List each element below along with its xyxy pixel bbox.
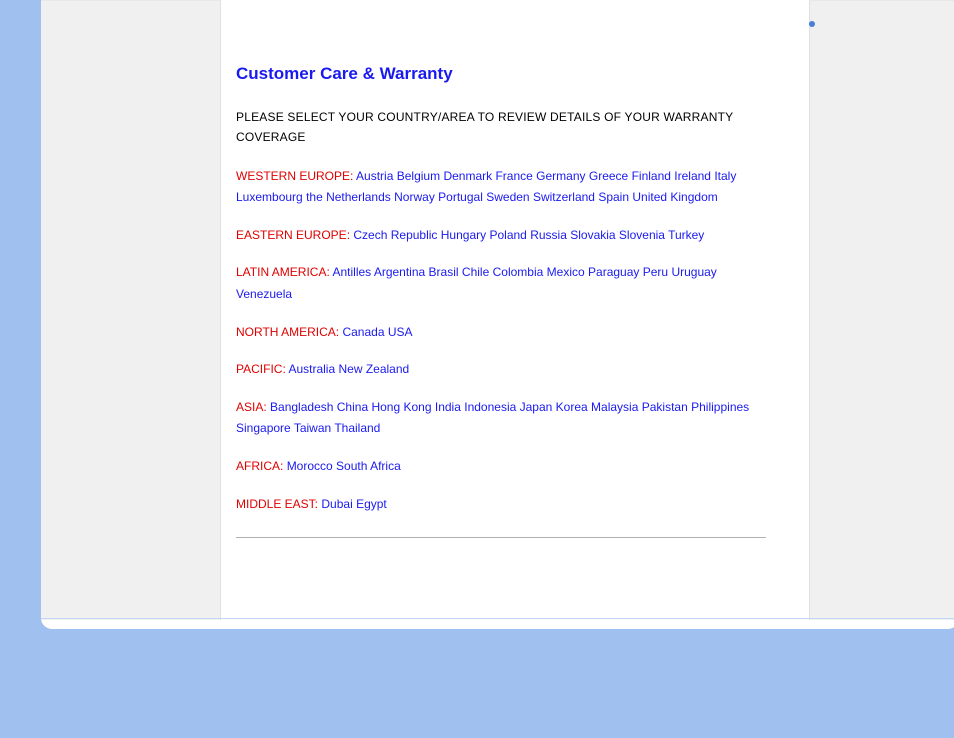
country-link[interactable]: Peru (643, 265, 668, 279)
country-link[interactable]: Dubai (321, 497, 352, 511)
region-block: LATIN AMERICA: Antilles Argentina Brasil… (236, 262, 776, 305)
region-block: MIDDLE EAST: Dubai Egypt (236, 494, 776, 516)
region-block: AFRICA: Morocco South Africa (236, 456, 776, 478)
country-link[interactable]: Hong Kong (371, 400, 431, 414)
region-label: MIDDLE EAST: (236, 497, 318, 511)
country-link[interactable]: Russia (530, 228, 567, 242)
region-block: ASIA: Bangladesh China Hong Kong India I… (236, 397, 776, 440)
country-link[interactable]: South Africa (336, 459, 401, 473)
divider (236, 537, 766, 538)
country-link[interactable]: Hungary (441, 228, 486, 242)
country-link[interactable]: Paraguay (588, 265, 639, 279)
country-link[interactable]: Singapore (236, 421, 291, 435)
country-link[interactable]: Switzerland (533, 190, 595, 204)
left-sidebar (41, 0, 221, 620)
country-link[interactable]: Czech Republic (353, 228, 437, 242)
country-link[interactable]: United Kingdom (632, 190, 717, 204)
region-label: LATIN AMERICA: (236, 265, 330, 279)
country-link[interactable]: Portugal (438, 190, 483, 204)
country-link[interactable]: Indonesia (464, 400, 516, 414)
country-link[interactable]: Colombia (493, 265, 544, 279)
country-link[interactable]: Taiwan (294, 421, 331, 435)
region-block: WESTERN EUROPE: Austria Belgium Denmark … (236, 166, 776, 209)
country-link[interactable]: Japan (520, 400, 553, 414)
country-link[interactable]: Slovenia (619, 228, 665, 242)
country-link[interactable]: Australia (288, 362, 335, 376)
country-link[interactable]: China (337, 400, 368, 414)
regions-container: WESTERN EUROPE: Austria Belgium Denmark … (236, 166, 776, 516)
page-title: Customer Care & Warranty (236, 60, 776, 89)
country-link[interactable]: Egypt (356, 497, 387, 511)
country-link[interactable]: Germany (536, 169, 585, 183)
country-link[interactable]: Philippines (691, 400, 749, 414)
country-link[interactable]: Antilles (332, 265, 371, 279)
country-link[interactable]: Pakistan (642, 400, 688, 414)
country-link[interactable]: Finland (632, 169, 671, 183)
region-label: AFRICA: (236, 459, 283, 473)
country-link[interactable]: Uruguay (671, 265, 716, 279)
instruction-text: PLEASE SELECT YOUR COUNTRY/AREA TO REVIE… (236, 107, 776, 148)
country-link[interactable]: Bangladesh (270, 400, 333, 414)
country-link[interactable]: Korea (556, 400, 588, 414)
country-link[interactable]: France (495, 169, 532, 183)
country-link[interactable]: Thailand (334, 421, 380, 435)
region-label: NORTH AMERICA: (236, 325, 339, 339)
region-label: EASTERN EUROPE: (236, 228, 350, 242)
country-link[interactable]: India (435, 400, 461, 414)
country-link[interactable]: Greece (589, 169, 628, 183)
country-link[interactable]: the Netherlands (306, 190, 391, 204)
country-link[interactable]: Slovakia (570, 228, 615, 242)
country-link[interactable]: Spain (598, 190, 629, 204)
country-link[interactable]: Turkey (668, 228, 704, 242)
country-link[interactable]: Norway (394, 190, 435, 204)
main-content: Customer Care & Warranty PLEASE SELECT Y… (236, 60, 776, 538)
country-link[interactable]: Brasil (429, 265, 459, 279)
bottom-rule (41, 618, 954, 619)
country-link[interactable]: Ireland (674, 169, 711, 183)
region-label: WESTERN EUROPE: (236, 169, 353, 183)
country-link[interactable]: Austria (356, 169, 393, 183)
country-link[interactable]: Canada (342, 325, 384, 339)
region-block: PACIFIC: Australia New Zealand (236, 359, 776, 381)
country-link[interactable]: Chile (462, 265, 489, 279)
right-sidebar (809, 0, 954, 620)
region-label: ASIA: (236, 400, 267, 414)
country-link[interactable]: Malaysia (591, 400, 638, 414)
country-link[interactable]: Mexico (547, 265, 585, 279)
country-link[interactable]: Argentina (374, 265, 425, 279)
country-link[interactable]: Morocco (287, 459, 333, 473)
country-link[interactable]: New Zealand (338, 362, 409, 376)
country-link[interactable]: Luxembourg (236, 190, 303, 204)
country-link[interactable]: Poland (489, 228, 526, 242)
country-link[interactable]: Venezuela (236, 287, 292, 301)
region-label: PACIFIC: (236, 362, 286, 376)
region-block: NORTH AMERICA: Canada USA (236, 322, 776, 344)
country-link[interactable]: Denmark (443, 169, 492, 183)
country-link[interactable]: Sweden (486, 190, 529, 204)
country-link[interactable]: Belgium (397, 169, 440, 183)
page-frame: Customer Care & Warranty PLEASE SELECT Y… (40, 0, 954, 630)
country-link[interactable]: USA (388, 325, 413, 339)
region-block: EASTERN EUROPE: Czech Republic Hungary P… (236, 225, 776, 247)
country-link[interactable]: Italy (714, 169, 736, 183)
